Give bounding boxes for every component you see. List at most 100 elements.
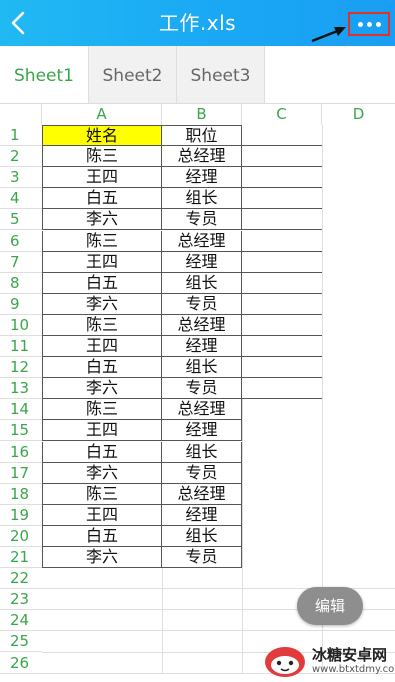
cell[interactable]: 李六 [42, 547, 162, 568]
cell[interactable] [242, 252, 322, 273]
tab-sheet2[interactable]: Sheet2 [89, 46, 177, 103]
cell[interactable]: 王四 [42, 336, 162, 357]
cell[interactable]: 陈三 [42, 146, 162, 168]
row-header[interactable]: 25 [0, 631, 42, 653]
cell[interactable]: 李六 [42, 293, 162, 315]
cell[interactable]: 白五 [42, 525, 162, 547]
cell[interactable] [242, 273, 322, 294]
cell[interactable]: 姓名 [42, 125, 162, 146]
cell[interactable] [242, 146, 322, 168]
cell[interactable] [242, 357, 322, 379]
column-header-b[interactable]: B [162, 104, 242, 125]
cell[interactable]: 总经理 [162, 483, 242, 505]
mascot-logo-icon [265, 647, 305, 677]
cell[interactable]: 白五 [42, 188, 162, 210]
cell[interactable]: 专员 [162, 209, 242, 231]
column-header-c[interactable]: C [242, 104, 322, 125]
row-header[interactable]: 3 [0, 167, 42, 189]
row-header[interactable]: 6 [0, 231, 42, 252]
cell[interactable]: 专员 [162, 293, 242, 315]
app-header: 工作.xls [0, 0, 395, 46]
cell[interactable]: 陈三 [42, 314, 162, 336]
cell[interactable]: 组长 [162, 272, 242, 294]
cell[interactable]: 王四 [42, 504, 162, 526]
cell[interactable] [242, 294, 322, 315]
cell[interactable] [242, 188, 322, 210]
cell[interactable]: 王四 [42, 251, 162, 273]
row-header[interactable]: 22 [0, 568, 42, 590]
cell[interactable] [242, 125, 322, 146]
cell[interactable] [242, 167, 322, 189]
site-watermark: 冰糖安卓网 www.btxtdmy.com [262, 640, 395, 682]
row-header[interactable]: 26 [0, 653, 42, 674]
cell[interactable]: 专员 [162, 462, 242, 484]
cell[interactable]: 总经理 [162, 399, 242, 421]
row-header[interactable]: 5 [0, 209, 42, 231]
cell[interactable]: 专员 [162, 378, 242, 400]
cell[interactable]: 李六 [42, 209, 162, 231]
cell[interactable]: 经理 [162, 504, 242, 526]
row-header[interactable]: 10 [0, 315, 42, 336]
row-header[interactable]: 13 [0, 378, 42, 400]
cell[interactable]: 白五 [42, 272, 162, 294]
cell[interactable]: 组长 [162, 188, 242, 210]
row-header[interactable]: 11 [0, 336, 42, 357]
cell[interactable]: 王四 [42, 167, 162, 189]
tab-sheet3[interactable]: Sheet3 [177, 46, 265, 103]
row-header[interactable]: 7 [0, 252, 42, 273]
cell[interactable] [242, 209, 322, 231]
arrow-annotation-icon [311, 27, 346, 43]
gridline [322, 399, 323, 674]
cell[interactable]: 组长 [162, 525, 242, 547]
cell[interactable]: 专员 [162, 547, 242, 568]
cell[interactable]: 经理 [162, 420, 242, 442]
cell[interactable]: 组长 [162, 441, 242, 463]
column-header-d[interactable]: D [322, 104, 395, 125]
watermark-title: 冰糖安卓网 [312, 646, 388, 664]
cell[interactable]: 陈三 [42, 399, 162, 421]
row-header[interactable]: 20 [0, 526, 42, 547]
cell[interactable] [242, 336, 322, 357]
cell[interactable]: 组长 [162, 357, 242, 379]
cell[interactable]: 王四 [42, 420, 162, 442]
gridline [162, 568, 163, 674]
cell[interactable]: 经理 [162, 336, 242, 357]
cell[interactable]: 经理 [162, 167, 242, 189]
row-header[interactable]: 21 [0, 547, 42, 568]
cell[interactable]: 陈三 [42, 230, 162, 252]
cell[interactable] [242, 231, 322, 252]
cell[interactable]: 经理 [162, 251, 242, 273]
row-header[interactable]: 8 [0, 273, 42, 294]
gridline [242, 399, 243, 674]
cell[interactable]: 陈三 [42, 483, 162, 505]
cell[interactable]: 白五 [42, 357, 162, 379]
tab-sheet1[interactable]: Sheet1 [0, 46, 89, 103]
row-header[interactable]: 9 [0, 294, 42, 315]
row-header[interactable]: 4 [0, 188, 42, 210]
cell[interactable]: 总经理 [162, 230, 242, 252]
row-header[interactable]: 14 [0, 399, 42, 421]
row-header[interactable]: 15 [0, 420, 42, 442]
more-options-button[interactable] [348, 12, 390, 36]
row-header[interactable]: 24 [0, 610, 42, 632]
row-header[interactable]: 16 [0, 442, 42, 463]
cell[interactable] [242, 378, 322, 400]
cell[interactable]: 李六 [42, 378, 162, 400]
row-header[interactable]: 2 [0, 146, 42, 168]
row-header[interactable]: 23 [0, 589, 42, 611]
sheet-tabs: Sheet1 Sheet2 Sheet3 [0, 46, 395, 104]
column-header-a[interactable]: A [42, 104, 162, 125]
row-header[interactable]: 17 [0, 463, 42, 484]
cell[interactable]: 总经理 [162, 314, 242, 336]
row-header[interactable]: 19 [0, 505, 42, 526]
row-header[interactable]: 18 [0, 484, 42, 505]
cell[interactable]: 白五 [42, 441, 162, 463]
corner-cell[interactable] [0, 104, 42, 125]
cell[interactable]: 李六 [42, 462, 162, 484]
cell[interactable]: 总经理 [162, 146, 242, 168]
edit-button[interactable]: 编辑 [297, 587, 363, 625]
cell[interactable] [242, 315, 322, 336]
row-header[interactable]: 12 [0, 357, 42, 379]
row-header[interactable]: 1 [0, 125, 42, 146]
cell[interactable]: 职位 [162, 125, 242, 146]
